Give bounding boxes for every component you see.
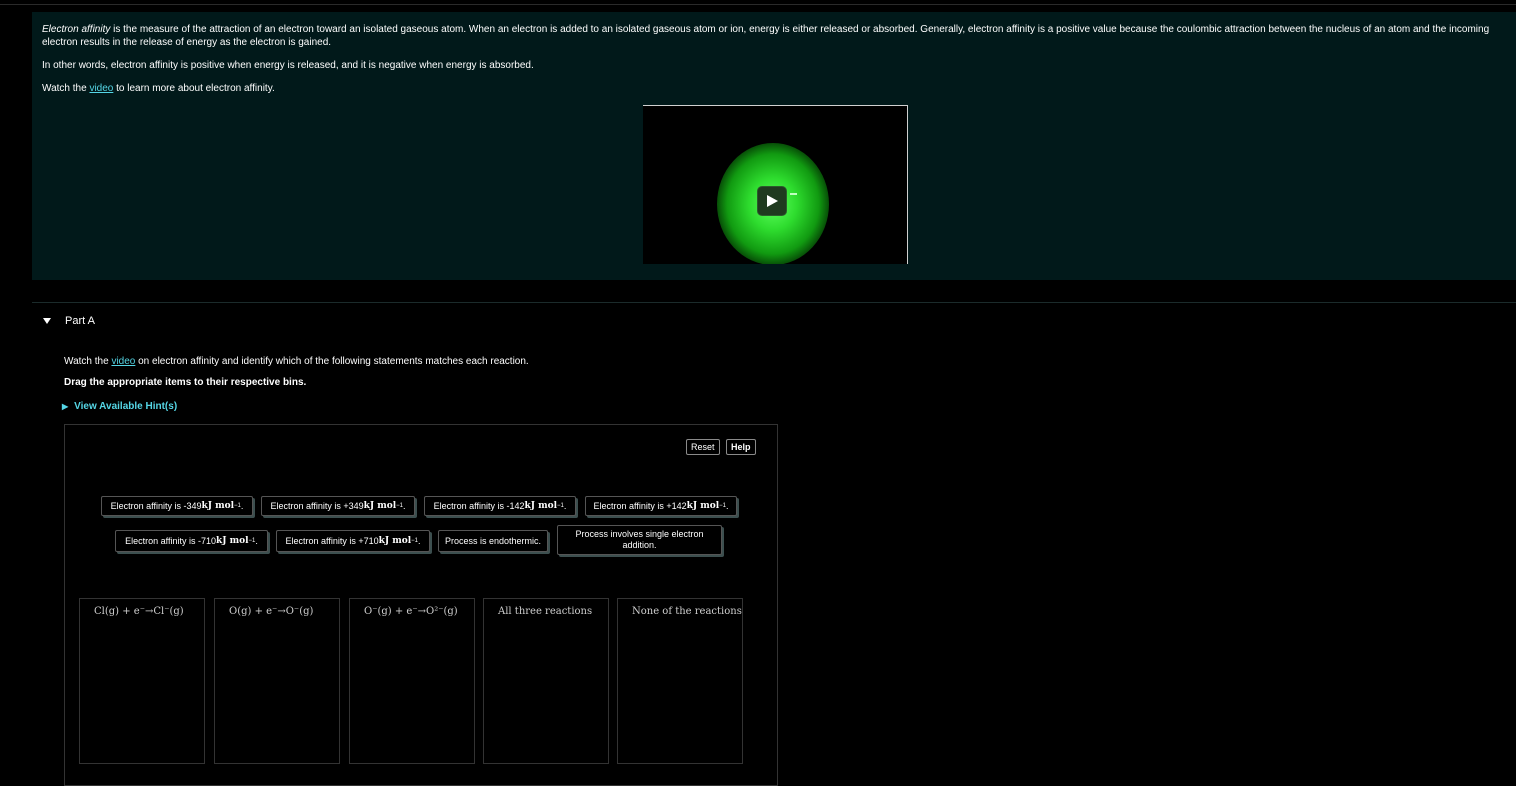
chip-text: Electron affinity is -142 [433, 500, 525, 511]
bin-label: O⁻(g) + e⁻→O²⁻(g) [364, 606, 458, 617]
chip-ea-minus-142[interactable]: Electron affinity is -142 kJ mol −1. [424, 496, 576, 516]
chip-unit: kJ mol [215, 535, 249, 546]
chip-text: Electron affinity is -710 [125, 535, 216, 546]
chip-text: Process is endothermic. [444, 535, 542, 546]
bin-label: O(g) + e⁻→O⁻(g) [229, 606, 314, 617]
intro-paragraph-1: Electron affinity is the measure of the … [42, 23, 1510, 49]
chip-ea-plus-349[interactable]: Electron affinity is +349 kJ mol −1. [261, 496, 415, 516]
chip-unit-exponent: −1 [396, 502, 404, 509]
chip-ea-plus-710[interactable]: Electron affinity is +710 kJ mol −1. [276, 530, 430, 552]
instruction-text: Drag the appropriate items to their resp… [64, 377, 307, 388]
reset-button[interactable]: Reset [686, 439, 720, 455]
question-text: Watch the video on electron affinity and… [64, 355, 529, 368]
bin-label: None of the reactions [632, 606, 742, 617]
question-text-before: Watch the [64, 356, 112, 367]
video-link[interactable]: video [89, 83, 113, 94]
intro-panel: Electron affinity is the measure of the … [32, 12, 1516, 280]
bin-o-minus-reaction[interactable]: O⁻(g) + e⁻→O²⁻(g) [349, 598, 475, 764]
hint-caret-icon: ▶ [62, 402, 69, 411]
bin-label: Cl(g) + e⁻→Cl⁻(g) [94, 606, 184, 617]
chip-unit: kJ mol [686, 500, 720, 511]
chip-unit-exponent: −1 [557, 502, 564, 509]
hints-label: View Available Hint(s) [74, 401, 178, 412]
top-divider [0, 4, 1516, 5]
chip-text: Electron affinity is +142 [593, 500, 687, 511]
chip-ea-minus-710[interactable]: Electron affinity is -710 kJ mol −1. [115, 530, 268, 552]
video-player[interactable] [643, 105, 908, 264]
chip-text: Electron affinity is +710 [285, 535, 379, 546]
chip-endothermic[interactable]: Process is endothermic. [438, 530, 548, 552]
chip-unit-exponent: −1 [234, 502, 241, 509]
chip-unit: kJ mol [378, 535, 412, 546]
part-title: Part A [65, 315, 95, 327]
chip-ea-minus-349[interactable]: Electron affinity is -349 kJ mol −1. [101, 496, 253, 516]
chip-single-electron-addition[interactable]: Process involves single electron additio… [557, 525, 722, 555]
intro-paragraph-3: Watch the video to learn more about elec… [42, 82, 275, 95]
chip-text: Electron affinity is -349 [110, 500, 202, 511]
electron-affinity-term: Electron affinity [42, 24, 111, 35]
intro-paragraph-2: In other words, electron affinity is pos… [42, 60, 534, 71]
bin-cl-reaction[interactable]: Cl(g) + e⁻→Cl⁻(g) [79, 598, 205, 764]
chip-unit-exponent: −1 [248, 537, 256, 544]
chip-unit: kJ mol [201, 500, 235, 511]
intro-paragraph-3-after: to learn more about electron affinity. [113, 83, 275, 94]
view-hints-toggle[interactable]: ▶ View Available Hint(s) [62, 400, 177, 413]
intro-paragraph-3-before: Watch the [42, 83, 90, 94]
drag-drop-area: Reset Help Electron affinity is -349 kJ … [64, 424, 778, 786]
chip-unit-exponent: −1 [719, 502, 727, 509]
section-divider [32, 302, 1516, 303]
collapse-caret-icon[interactable] [42, 316, 52, 326]
electron-minus-sign [790, 193, 797, 195]
chip-text: Electron affinity is +349 [270, 500, 364, 511]
bin-o-reaction[interactable]: O(g) + e⁻→O⁻(g) [214, 598, 340, 764]
bin-none[interactable]: None of the reactions [617, 598, 743, 764]
bin-all-three[interactable]: All three reactions [483, 598, 609, 764]
chip-ea-plus-142[interactable]: Electron affinity is +142 kJ mol −1. [585, 496, 737, 516]
play-icon [767, 195, 778, 207]
chip-unit: kJ mol [363, 500, 397, 511]
question-video-link[interactable]: video [111, 356, 135, 367]
play-button[interactable] [757, 186, 787, 216]
chip-text: Process involves single electron additio… [575, 529, 704, 550]
chip-unit: kJ mol [524, 500, 558, 511]
help-button[interactable]: Help [726, 439, 756, 455]
bin-label: All three reactions [498, 606, 593, 617]
intro-paragraph-1-text: is the measure of the attraction of an e… [42, 24, 1490, 48]
question-text-after: on electron affinity and identify which … [135, 356, 529, 367]
chip-unit-exponent: −1 [411, 537, 419, 544]
